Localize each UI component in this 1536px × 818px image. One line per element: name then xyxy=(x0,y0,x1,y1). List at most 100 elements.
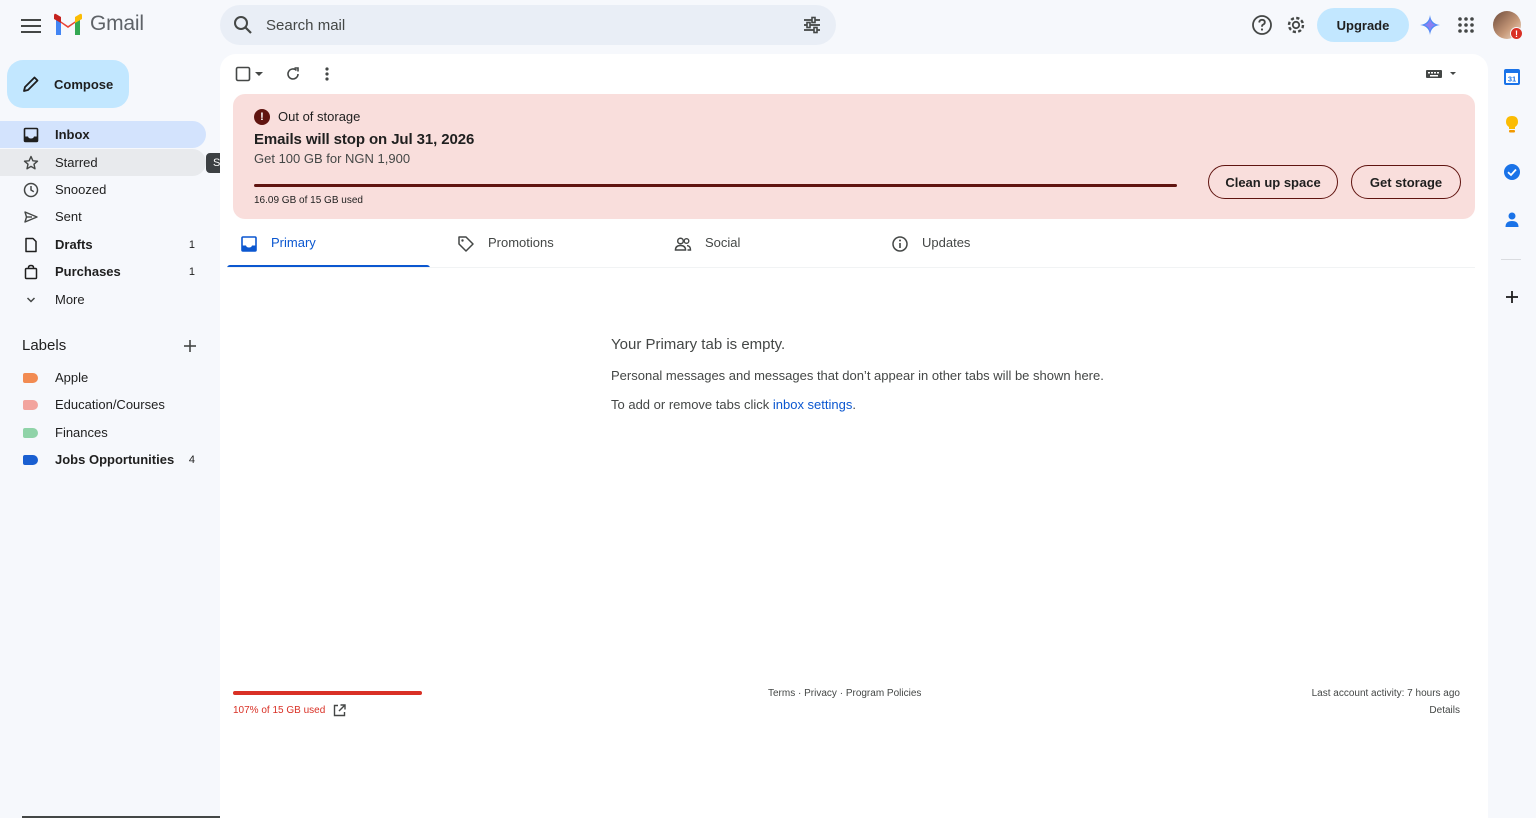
calendar-app-icon[interactable]: 31 xyxy=(1501,66,1523,88)
empty-state-hint: To add or remove tabs click inbox settin… xyxy=(611,397,856,412)
gmail-m-icon xyxy=(54,13,82,35)
label-tag-icon xyxy=(23,428,38,438)
unread-count: 4 xyxy=(188,454,195,466)
unread-count: 1 xyxy=(188,266,195,278)
sidebar-item-inbox[interactable]: Inbox xyxy=(0,121,206,148)
empty-state-title: Your Primary tab is empty. xyxy=(611,336,786,353)
hint-suffix: . xyxy=(852,397,856,412)
tabs-divider xyxy=(227,267,1475,268)
tab-label: Updates xyxy=(922,235,971,250)
upgrade-button[interactable]: Upgrade xyxy=(1317,8,1409,42)
footer-links: Terms · Privacy · Program Policies xyxy=(768,688,921,699)
tab-label: Primary xyxy=(271,235,316,250)
tab-label: Social xyxy=(705,235,741,250)
banner-title: Out of storage xyxy=(278,109,361,124)
label-tag-icon xyxy=(23,455,38,465)
search-icon[interactable] xyxy=(233,15,253,35)
empty-state-description: Personal messages and messages that don’… xyxy=(611,368,1104,383)
open-in-new-icon[interactable] xyxy=(332,703,347,718)
label-name: Education/Courses xyxy=(55,397,165,412)
terms-link[interactable]: Terms xyxy=(768,688,795,699)
tab-primary[interactable]: Primary xyxy=(227,221,430,268)
gemini-sparkle-icon[interactable] xyxy=(1418,13,1442,37)
gmail-logo[interactable]: Gmail xyxy=(54,12,144,36)
label-item-jobs-opportunities[interactable]: Jobs Opportunities 4 xyxy=(0,446,206,473)
search-bar[interactable] xyxy=(220,5,836,45)
select-all-checkbox[interactable] xyxy=(233,64,253,84)
label-item-education-courses[interactable]: Education/Courses xyxy=(0,391,206,418)
shopping-bag-icon xyxy=(24,264,38,280)
error-icon: ! xyxy=(254,109,270,125)
hint-prefix: To add or remove tabs click xyxy=(611,397,773,412)
unread-count: 1 xyxy=(188,239,195,251)
inbox-icon xyxy=(23,127,39,143)
clean-up-space-button[interactable]: Clean up space xyxy=(1208,165,1338,199)
sidebar-item-label: Drafts xyxy=(55,237,93,252)
settings-gear-icon[interactable] xyxy=(1284,13,1308,37)
banner-headline: Emails will stop on Jul 31, 2026 xyxy=(254,131,475,148)
sidebar-item-more[interactable]: More xyxy=(0,286,206,313)
inbox-settings-link[interactable]: inbox settings xyxy=(773,397,853,412)
main-content: ! Out of storage Emails will stop on Jul… xyxy=(220,54,1488,818)
tasks-app-icon[interactable] xyxy=(1501,161,1523,183)
contacts-app-icon[interactable] xyxy=(1501,209,1523,231)
label-name: Apple xyxy=(55,370,89,385)
search-filters-icon[interactable] xyxy=(802,15,822,35)
select-dropdown-icon[interactable] xyxy=(252,64,266,84)
storage-usage-text: 16.09 GB of 15 GB used xyxy=(254,195,363,206)
inbox-icon xyxy=(241,236,257,252)
sidebar-item-purchases[interactable]: Purchases 1 xyxy=(0,258,206,285)
banner-offer: Get 100 GB for NGN 1,900 xyxy=(254,151,411,166)
get-storage-button[interactable]: Get storage xyxy=(1351,165,1461,199)
compose-label: Compose xyxy=(54,76,114,92)
input-tools-keyboard-icon[interactable] xyxy=(1424,64,1458,84)
sidebar-item-label: More xyxy=(55,292,85,307)
label-item-apple[interactable]: Apple xyxy=(0,364,206,391)
account-alert-badge: ! xyxy=(1510,27,1523,40)
sidebar-item-label: Snoozed xyxy=(55,182,107,197)
sidebar-item-label: Sent xyxy=(55,209,82,224)
refresh-icon[interactable] xyxy=(283,64,303,84)
tab-social[interactable]: Social xyxy=(661,221,864,268)
search-input[interactable] xyxy=(266,16,766,34)
more-options-vertical-icon[interactable] xyxy=(317,64,337,84)
people-icon xyxy=(674,237,692,251)
gmail-wordmark: Gmail xyxy=(90,12,144,35)
label-tag-icon xyxy=(23,373,38,383)
calendar-day-text: 31 xyxy=(1508,75,1516,84)
clock-icon xyxy=(23,182,39,198)
footer-storage-usage: 107% of 15 GB used xyxy=(233,705,326,716)
pencil-icon xyxy=(23,76,39,92)
sidebar-item-label: Starred xyxy=(55,155,98,170)
compose-button[interactable]: Compose xyxy=(7,60,129,108)
sidebar-item-drafts[interactable]: Drafts 1 xyxy=(0,231,206,258)
last-account-activity: Last account activity: 7 hours ago xyxy=(1311,688,1460,699)
star-icon xyxy=(23,155,39,170)
draft-document-icon xyxy=(25,237,37,253)
label-name: Finances xyxy=(55,425,108,440)
label-item-finances[interactable]: Finances xyxy=(0,419,206,446)
labels-heading: Labels xyxy=(22,337,67,354)
sidebar-item-snoozed[interactable]: Snoozed xyxy=(0,176,206,203)
send-icon xyxy=(24,211,38,223)
google-apps-grid-icon[interactable] xyxy=(1454,13,1478,37)
footer-separator: · xyxy=(836,688,846,699)
add-label-plus-icon[interactable] xyxy=(181,337,199,355)
tag-icon xyxy=(458,236,474,252)
sidebar-item-starred[interactable]: Starred xyxy=(0,149,206,176)
help-icon[interactable] xyxy=(1250,13,1274,37)
label-tag-icon xyxy=(23,400,38,410)
side-panel-divider xyxy=(1501,259,1521,260)
tab-promotions[interactable]: Promotions xyxy=(444,221,647,268)
storage-warning-banner: ! Out of storage Emails will stop on Jul… xyxy=(233,94,1475,219)
main-menu-button[interactable] xyxy=(14,9,48,43)
privacy-link[interactable]: Privacy xyxy=(804,688,837,699)
tab-updates[interactable]: Updates xyxy=(878,221,1081,268)
program-policies-link[interactable]: Program Policies xyxy=(846,688,922,699)
keep-app-icon[interactable] xyxy=(1501,114,1523,136)
info-icon xyxy=(892,236,908,252)
get-addons-plus-icon[interactable] xyxy=(1501,286,1523,308)
footer-separator: · xyxy=(795,688,805,699)
activity-details-link[interactable]: Details xyxy=(1429,705,1460,716)
sidebar-item-sent[interactable]: Sent xyxy=(0,203,206,230)
